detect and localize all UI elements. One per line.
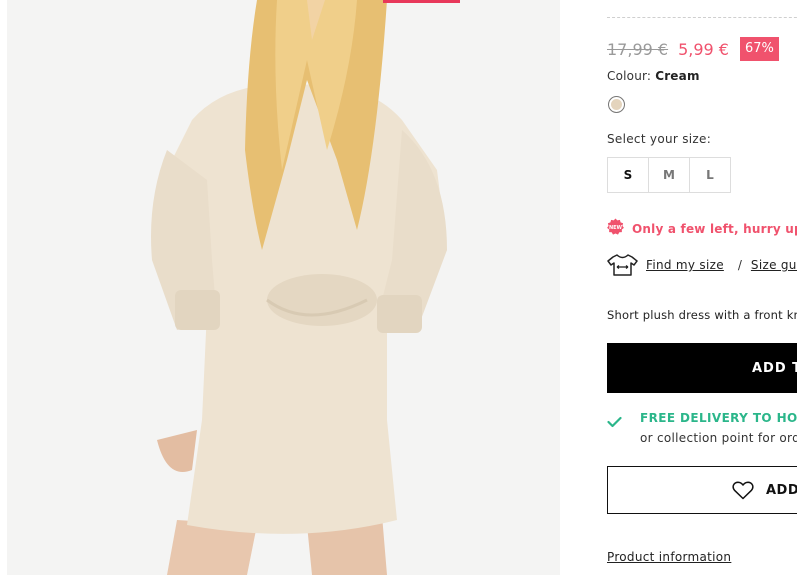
tshirt-measure-icon	[607, 254, 638, 276]
product-information-link[interactable]: Product information	[607, 550, 731, 564]
wishlist-label: ADD	[766, 482, 797, 498]
colour-label: Colour:	[607, 69, 652, 83]
heart-icon	[732, 480, 754, 500]
price-row: 17,99 € 5,99 € 67%	[607, 36, 779, 62]
stock-warning: NEW Only a few left, hurry up!	[607, 218, 797, 239]
divider	[607, 17, 797, 18]
image-indicator-bar	[383, 0, 460, 3]
product-description: Short plush dress with a front kno	[607, 308, 797, 322]
size-option-s[interactable]: S	[608, 158, 649, 192]
size-option-m[interactable]: M	[649, 158, 690, 192]
delivery-title: FREE DELIVERY TO HOME	[640, 411, 797, 425]
model-in-dress-image	[7, 0, 560, 575]
colour-info: Colour: Cream	[607, 69, 700, 83]
discount-badge: 67%	[739, 37, 779, 61]
size-help-row: Find my size / Size guid	[607, 254, 797, 276]
original-price: 17,99 €	[607, 39, 669, 59]
size-guide-link[interactable]: Size guid	[751, 258, 797, 272]
new-badge-icon: NEW	[607, 218, 624, 239]
size-selector: S M L	[607, 157, 731, 193]
size-option-l[interactable]: L	[690, 158, 730, 192]
add-to-cart-button[interactable]: ADD T	[607, 343, 797, 393]
product-detail-panel: 17,99 € 5,99 € 67% Colour: Cream Select …	[607, 0, 797, 575]
add-to-cart-label: ADD T	[752, 360, 797, 376]
product-photo[interactable]	[7, 0, 560, 575]
sale-price: 5,99 €	[678, 39, 729, 59]
find-my-size-link[interactable]: Find my size	[646, 258, 724, 272]
colour-swatch-cream[interactable]	[608, 96, 625, 113]
size-label: Select your size:	[607, 132, 712, 146]
link-separator: /	[737, 258, 742, 272]
svg-text:NEW: NEW	[609, 225, 623, 231]
delivery-subtitle: or collection point for ord	[640, 431, 797, 445]
check-icon	[607, 413, 622, 432]
add-to-wishlist-button[interactable]: ADD	[607, 466, 797, 514]
colour-value: Cream	[655, 69, 700, 83]
stock-warning-text: Only a few left, hurry up!	[632, 221, 797, 236]
